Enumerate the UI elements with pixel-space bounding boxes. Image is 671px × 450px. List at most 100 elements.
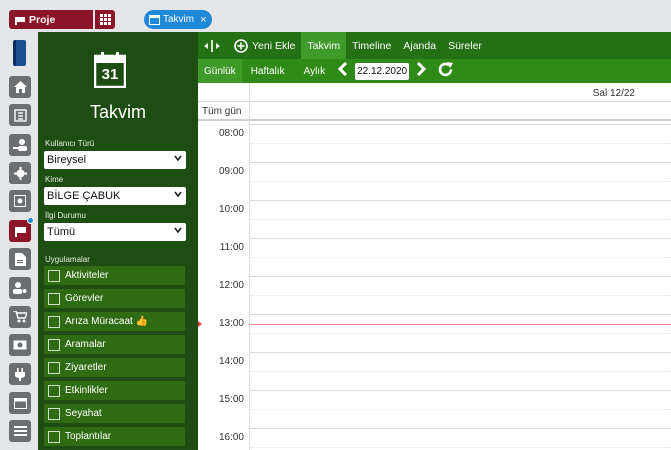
half-hour-line (249, 143, 671, 144)
all-day-label: Tüm gün (202, 106, 242, 117)
gear-icon[interactable] (9, 162, 31, 184)
sidebar-title: Takvim (89, 102, 146, 122)
cart-icon[interactable] (9, 306, 31, 328)
calendar-main: Yeni Ekle Takvim Timeline Ajanda Süreler… (198, 32, 671, 450)
half-hour-line (249, 295, 671, 296)
project-menu-button[interactable]: Proje (9, 10, 93, 29)
money-icon[interactable] (9, 334, 31, 356)
time-column-divider (249, 121, 250, 450)
collapse-sidebar-button[interactable] (198, 32, 226, 59)
hour-line (249, 276, 671, 277)
next-date-button[interactable] (413, 61, 429, 80)
hour-line (249, 238, 671, 239)
hour-label: 10:00 (218, 204, 244, 215)
previous-date-button[interactable] (335, 61, 351, 80)
app-item-label: Seyahat (65, 408, 102, 419)
plug-icon[interactable] (9, 363, 31, 385)
half-hour-line (249, 333, 671, 334)
half-hour-line (249, 371, 671, 372)
half-hour-line (249, 409, 671, 410)
app-item-label: Aramalar (65, 339, 106, 350)
hour-line (249, 200, 671, 201)
refresh-button[interactable] (434, 61, 457, 82)
tab-sureler-view[interactable]: Süreler (442, 32, 488, 59)
app-item-ziyaretler[interactable]: Ziyaretler (44, 358, 185, 377)
project-module-icon[interactable] (9, 217, 34, 242)
close-tab-icon[interactable]: × (200, 14, 206, 26)
app-checkbox[interactable] (48, 269, 60, 282)
app-checkbox[interactable] (48, 384, 60, 397)
new-event-button[interactable]: Yeni Ekle (226, 32, 301, 59)
to-select[interactable]: BİLGE ÇABUK (44, 187, 186, 205)
hour-line (249, 314, 671, 315)
app-checkbox[interactable] (48, 315, 60, 328)
sliders-icon[interactable] (9, 420, 31, 442)
app-item-toplantilar[interactable]: Toplantılar (44, 427, 185, 446)
app-item-label: Aktiviteler (65, 270, 109, 281)
hour-line (249, 124, 671, 125)
hour-line (249, 162, 671, 163)
book-logo-icon (13, 40, 26, 66)
hour-line (249, 390, 671, 391)
to-value: BİLGE ÇABUK (47, 190, 121, 202)
user-type-select[interactable]: Bireysel (44, 151, 186, 169)
status-label: İlgi Durumu (45, 211, 86, 220)
app-item-gorevler[interactable]: Görevler (44, 289, 185, 308)
day-header: Sal 12/22 (198, 83, 671, 102)
apps-grid-button[interactable] (95, 10, 115, 29)
status-select[interactable]: Tümü (44, 223, 186, 241)
chevron-right-icon (417, 61, 427, 77)
home-icon[interactable] (9, 76, 31, 98)
window-icon[interactable] (9, 392, 31, 414)
app-item-aktiviteler[interactable]: Aktiviteler (44, 266, 185, 285)
all-day-divider (249, 102, 250, 121)
app-item-seyahat[interactable]: Seyahat (44, 404, 185, 423)
tab-takvim[interactable]: Takvim × (144, 10, 212, 29)
all-day-row[interactable]: Tüm gün (198, 102, 671, 121)
app-item-ariza-muracaat[interactable]: Arıza Müracaat 👍 (44, 312, 185, 331)
calendar-large-number: 31 (101, 66, 119, 83)
half-hour-line (249, 219, 671, 220)
apps-label: Uygulamalar (45, 255, 90, 264)
range-monthly-button[interactable]: Aylık (294, 59, 336, 83)
refresh-icon (438, 61, 454, 76)
grid-icon (99, 14, 111, 25)
app-checkbox[interactable] (48, 430, 60, 443)
app-item-label: Toplantılar (65, 431, 112, 442)
safe-icon[interactable] (9, 190, 31, 212)
hour-label: 11:00 (219, 242, 244, 253)
chevron-down-icon (174, 225, 182, 237)
app-checkbox[interactable] (48, 338, 60, 351)
tab-ajanda-view[interactable]: Ajanda (397, 32, 442, 59)
tab-takvim-view[interactable]: Takvim (301, 32, 347, 59)
time-grid[interactable]: 08:00 09:00 10:00 11:00 12:00 13:00 14:00 15:00… (198, 121, 671, 450)
user-settings-icon[interactable] (9, 277, 31, 299)
view-toolbar: Yeni Ekle Takvim Timeline Ajanda Süreler (198, 32, 671, 59)
hour-label: 08:00 (218, 128, 244, 139)
contact-icon[interactable] (9, 134, 31, 156)
plus-circle-icon (234, 38, 248, 53)
half-hour-line (249, 447, 671, 448)
app-checkbox[interactable] (48, 361, 60, 374)
user-type-value: Bireysel (47, 154, 87, 166)
hour-label: 14:00 (218, 356, 244, 367)
app-item-label: Arıza Müracaat 👍 (65, 316, 149, 327)
range-weekly-button[interactable]: Haftalık (242, 59, 294, 83)
app-item-aramalar[interactable]: Aramalar (44, 335, 185, 354)
app-item-label: Görevler (65, 293, 104, 304)
notification-dot (27, 217, 34, 224)
chevron-down-icon (174, 153, 182, 165)
resize-horizontal-icon (204, 39, 220, 52)
document-icon[interactable] (9, 248, 31, 270)
briefcase-flag-icon (15, 16, 25, 25)
module-rail (0, 32, 38, 450)
range-daily-button[interactable]: Günlük (198, 59, 242, 83)
hour-line (249, 352, 671, 353)
hour-label: 12:00 (218, 280, 244, 291)
tab-timeline-view[interactable]: Timeline (346, 32, 397, 59)
building-icon[interactable] (9, 104, 31, 126)
app-checkbox[interactable] (48, 407, 60, 420)
app-checkbox[interactable] (48, 292, 60, 305)
date-input[interactable]: 22.12.2020 (355, 62, 410, 80)
app-item-etkinlikler[interactable]: Etkinlikler (44, 381, 185, 400)
